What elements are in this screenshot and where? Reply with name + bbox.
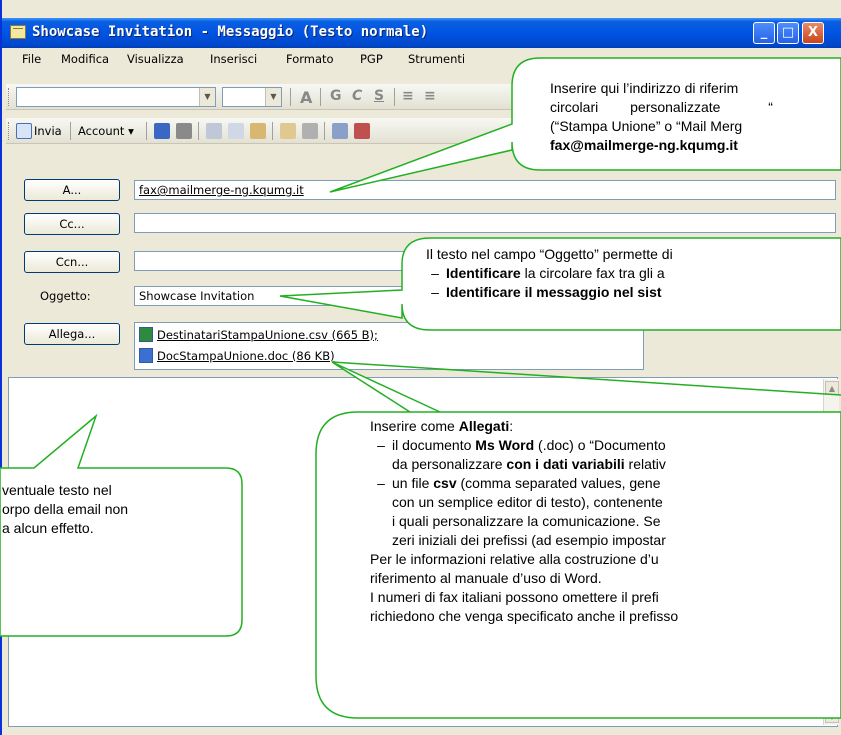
callout-attach-b1-l1: – il documento Ms Word (.doc) o “Document… xyxy=(370,437,666,454)
callout-address-line1: Inserire qui l’indirizzo di riferim xyxy=(550,80,739,96)
dash-bullet: – xyxy=(431,265,439,281)
callout-text-part: personalizzate xyxy=(630,99,721,115)
callout-text-part: da personalizzare xyxy=(392,456,507,472)
callout-address-line4: fax@mailmerge-ng.kqumg.it xyxy=(550,137,738,153)
callout-text-part: Inserire come xyxy=(370,418,459,434)
callout-text-part: relativ xyxy=(624,456,666,472)
callout-text-part: csv xyxy=(433,475,457,491)
callout-body-line3: a alcun effetto. xyxy=(2,520,94,536)
callout-text-part: circolari xyxy=(550,99,599,115)
dash-bullet: – xyxy=(377,475,385,491)
callout-text-part: Identificare il messaggio nel sist xyxy=(446,284,662,300)
callout-text-part: un file xyxy=(392,475,434,491)
callout-text-part: (.doc) o “Documento xyxy=(534,437,666,453)
callout-text-part: (comma separated values, gene xyxy=(456,475,661,491)
callout-body-line1: ventuale testo nel xyxy=(2,482,112,498)
callout-attach-p2-l2: riferimento al manuale d’uso di Word. xyxy=(370,570,602,586)
callout-text-part: “ xyxy=(768,99,773,115)
callout-attach-b2-l4: zeri iniziali dei prefissi (ad esempio i… xyxy=(392,532,666,548)
callout-attach-intro: Inserire come Allegati: xyxy=(370,418,513,435)
callout-attach-b2-l3: i quali personalizzare la comunicazione.… xyxy=(392,513,661,529)
callout-text-part: la circolare fax tra gli a xyxy=(520,265,665,281)
callout-text-part: Allegati xyxy=(458,418,510,434)
callout-text-part: con i dati variabili xyxy=(506,456,625,472)
callout-attach-b2-l1: – un file csv (comma separated values, ge… xyxy=(370,475,661,492)
callout-text-part: il documento xyxy=(392,437,476,453)
callout-subject-line1: Il testo nel campo “Oggetto” permette di xyxy=(426,246,673,262)
callout-text-part: Identificare xyxy=(446,265,521,281)
callout-attach-p3-l2: richiedono che venga specificato anche i… xyxy=(370,608,679,624)
callout-address-line2: circolari personalizzate “ xyxy=(550,99,773,116)
callout-subject-bullet2: – Identificare il messaggio nel sist xyxy=(424,284,662,301)
callout-text-part: Ms Word xyxy=(475,437,535,453)
callout-attach-p3-l1: I numeri di fax italiani possono ometter… xyxy=(370,589,659,605)
callout-text-part: : xyxy=(509,418,514,434)
dash-bullet: – xyxy=(431,284,439,300)
callout-attach-b2-l2: con un semplice editor di testo), conten… xyxy=(392,494,663,510)
callout-address-line3: (“Stampa Unione” o “Mail Merg xyxy=(550,118,743,134)
dash-bullet: – xyxy=(377,437,385,453)
callout-body-line2: orpo della email non xyxy=(2,501,129,517)
callout-subject-bullet1: – Identificare la circolare fax tra gli a xyxy=(424,265,665,282)
callout-attachments-leader xyxy=(331,361,841,396)
callout-attach-b1-l2: da personalizzare con i dati variabili r… xyxy=(392,456,666,473)
callout-attach-p2-l1: Per le informazioni relative alla costru… xyxy=(370,551,659,567)
